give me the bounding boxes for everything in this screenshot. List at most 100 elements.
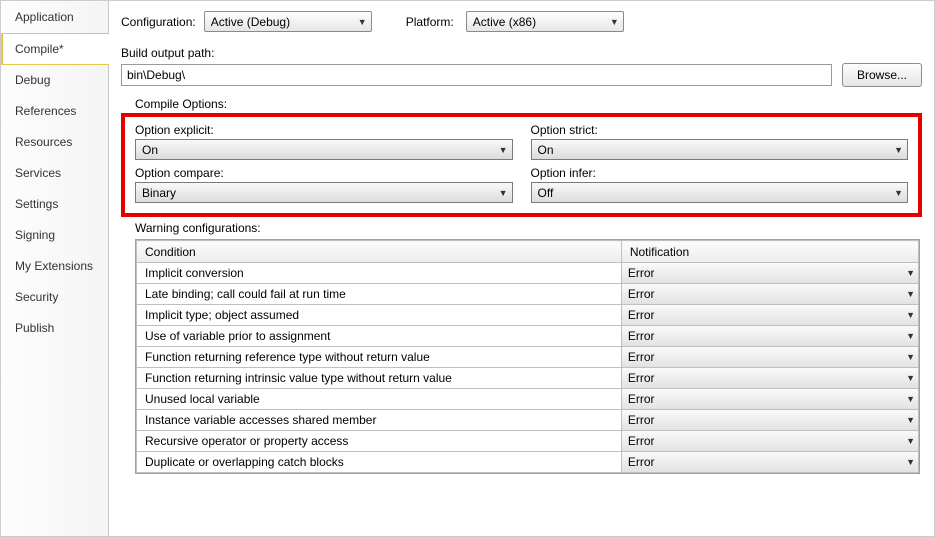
notification-dropdown[interactable]: Error▼	[622, 347, 918, 367]
table-row: Instance variable accesses shared member…	[137, 410, 919, 431]
notification-value: Error	[628, 287, 655, 301]
sidebar-item-services[interactable]: Services	[1, 158, 108, 189]
platform-label: Platform:	[406, 15, 454, 29]
notification-dropdown[interactable]: Error▼	[622, 368, 918, 388]
notification-dropdown[interactable]: Error▼	[622, 305, 918, 325]
chevron-down-icon: ▼	[906, 436, 915, 446]
compile-options-legend: Compile Options:	[121, 97, 922, 111]
sidebar-item-compile-[interactable]: Compile*	[1, 33, 109, 65]
col-notification-header[interactable]: Notification	[621, 241, 918, 263]
warning-notification-cell: Error▼	[621, 347, 918, 368]
notification-dropdown[interactable]: Error ▼	[622, 284, 918, 304]
table-row: Recursive operator or property accessErr…	[137, 431, 919, 452]
chevron-down-icon: ▼	[906, 415, 915, 425]
compile-options-highlight: Option explicit: On ▼ Option strict: On …	[121, 113, 922, 217]
option-explicit-value: On	[142, 143, 158, 157]
warning-condition-cell: Function returning intrinsic value type …	[137, 368, 622, 389]
notification-value: Error	[628, 266, 655, 280]
warning-condition-cell: Late binding; call could fail at run tim…	[137, 284, 622, 305]
chevron-down-icon: ▼	[906, 268, 915, 278]
warning-notification-cell: Error ▼	[621, 410, 918, 431]
warning-condition-cell: Implicit type; object assumed	[137, 305, 622, 326]
warning-notification-cell: Error ▼	[621, 452, 918, 473]
option-explicit-dropdown[interactable]: On ▼	[135, 139, 513, 160]
table-row: Implicit type; object assumedError▼	[137, 305, 919, 326]
option-strict-dropdown[interactable]: On ▼	[531, 139, 909, 160]
platform-value: Active (x86)	[473, 15, 536, 29]
warning-condition-cell: Unused local variable	[137, 389, 622, 410]
warnings-table-wrap: Condition Notification Implicit conversi…	[135, 239, 920, 474]
option-compare-dropdown[interactable]: Binary ▼	[135, 182, 513, 203]
option-infer-label: Option infer:	[531, 166, 909, 180]
warning-notification-cell: Error▼	[621, 305, 918, 326]
browse-button[interactable]: Browse...	[842, 63, 922, 87]
notification-dropdown[interactable]: Error ▼	[622, 263, 918, 283]
sidebar-item-resources[interactable]: Resources	[1, 127, 108, 158]
option-strict-value: On	[538, 143, 554, 157]
chevron-down-icon: ▼	[906, 394, 915, 404]
notification-dropdown[interactable]: Error ▼	[622, 431, 918, 451]
sidebar-tabs: ApplicationCompile*DebugReferencesResour…	[1, 1, 109, 536]
sidebar-item-settings[interactable]: Settings	[1, 189, 108, 220]
notification-value: Error	[628, 455, 655, 469]
config-platform-row: Configuration: Active (Debug) ▼ Platform…	[121, 11, 922, 32]
sidebar-item-application[interactable]: Application	[1, 2, 108, 33]
table-row: Duplicate or overlapping catch blocksErr…	[137, 452, 919, 473]
option-infer-dropdown[interactable]: Off ▼	[531, 182, 909, 203]
warning-notification-cell: Error▼	[621, 368, 918, 389]
option-explicit-label: Option explicit:	[135, 123, 513, 137]
warnings-table: Condition Notification Implicit conversi…	[136, 240, 919, 473]
table-row: Implicit conversion Error ▼	[137, 263, 919, 284]
notification-dropdown[interactable]: Error ▼	[622, 326, 918, 346]
warning-notification-cell: Error ▼	[621, 263, 918, 284]
notification-value: Error	[628, 350, 655, 364]
option-strict-label: Option strict:	[531, 123, 909, 137]
sidebar-item-signing[interactable]: Signing	[1, 220, 108, 251]
configuration-dropdown[interactable]: Active (Debug) ▼	[204, 11, 372, 32]
notification-value: Error	[628, 434, 655, 448]
notification-dropdown[interactable]: Error ▼	[622, 389, 918, 409]
option-infer-value: Off	[538, 186, 554, 200]
notification-dropdown[interactable]: Error ▼	[622, 410, 918, 430]
sidebar-item-debug[interactable]: Debug	[1, 65, 108, 96]
sidebar-item-publish[interactable]: Publish	[1, 313, 108, 344]
chevron-down-icon: ▼	[906, 373, 915, 383]
sidebar-item-my-extensions[interactable]: My Extensions	[1, 251, 108, 282]
chevron-down-icon: ▼	[906, 289, 915, 299]
properties-window: ApplicationCompile*DebugReferencesResour…	[0, 0, 935, 537]
table-row: Late binding; call could fail at run tim…	[137, 284, 919, 305]
option-compare-label: Option compare:	[135, 166, 513, 180]
warning-notification-cell: Error ▼	[621, 284, 918, 305]
chevron-down-icon: ▼	[906, 457, 915, 467]
warning-condition-cell: Use of variable prior to assignment	[137, 326, 622, 347]
notification-value: Error	[628, 308, 655, 322]
sidebar-item-security[interactable]: Security	[1, 282, 108, 313]
notification-dropdown[interactable]: Error ▼	[622, 452, 918, 472]
option-compare-value: Binary	[142, 186, 176, 200]
build-output-path-input[interactable]	[121, 64, 832, 86]
warning-notification-cell: Error ▼	[621, 389, 918, 410]
warning-condition-cell: Implicit conversion	[137, 263, 622, 284]
warning-condition-cell: Duplicate or overlapping catch blocks	[137, 452, 622, 473]
platform-dropdown[interactable]: Active (x86) ▼	[466, 11, 624, 32]
table-row: Unused local variable Error ▼	[137, 389, 919, 410]
table-row: Use of variable prior to assignmentError…	[137, 326, 919, 347]
configuration-value: Active (Debug)	[211, 15, 290, 29]
warning-condition-cell: Recursive operator or property access	[137, 431, 622, 452]
chevron-down-icon: ▼	[499, 145, 508, 155]
chevron-down-icon: ▼	[906, 331, 915, 341]
build-output-path-label: Build output path:	[121, 46, 922, 60]
main-panel: Configuration: Active (Debug) ▼ Platform…	[109, 1, 934, 536]
notification-value: Error	[628, 413, 655, 427]
table-row: Function returning reference type withou…	[137, 347, 919, 368]
chevron-down-icon: ▼	[610, 17, 619, 27]
chevron-down-icon: ▼	[894, 188, 903, 198]
chevron-down-icon: ▼	[358, 17, 367, 27]
col-condition-header[interactable]: Condition	[137, 241, 622, 263]
warning-configurations-legend: Warning configurations:	[121, 221, 922, 235]
notification-value: Error	[628, 392, 655, 406]
warning-notification-cell: Error ▼	[621, 326, 918, 347]
sidebar-item-references[interactable]: References	[1, 96, 108, 127]
configuration-label: Configuration:	[121, 15, 196, 29]
notification-value: Error	[628, 329, 655, 343]
